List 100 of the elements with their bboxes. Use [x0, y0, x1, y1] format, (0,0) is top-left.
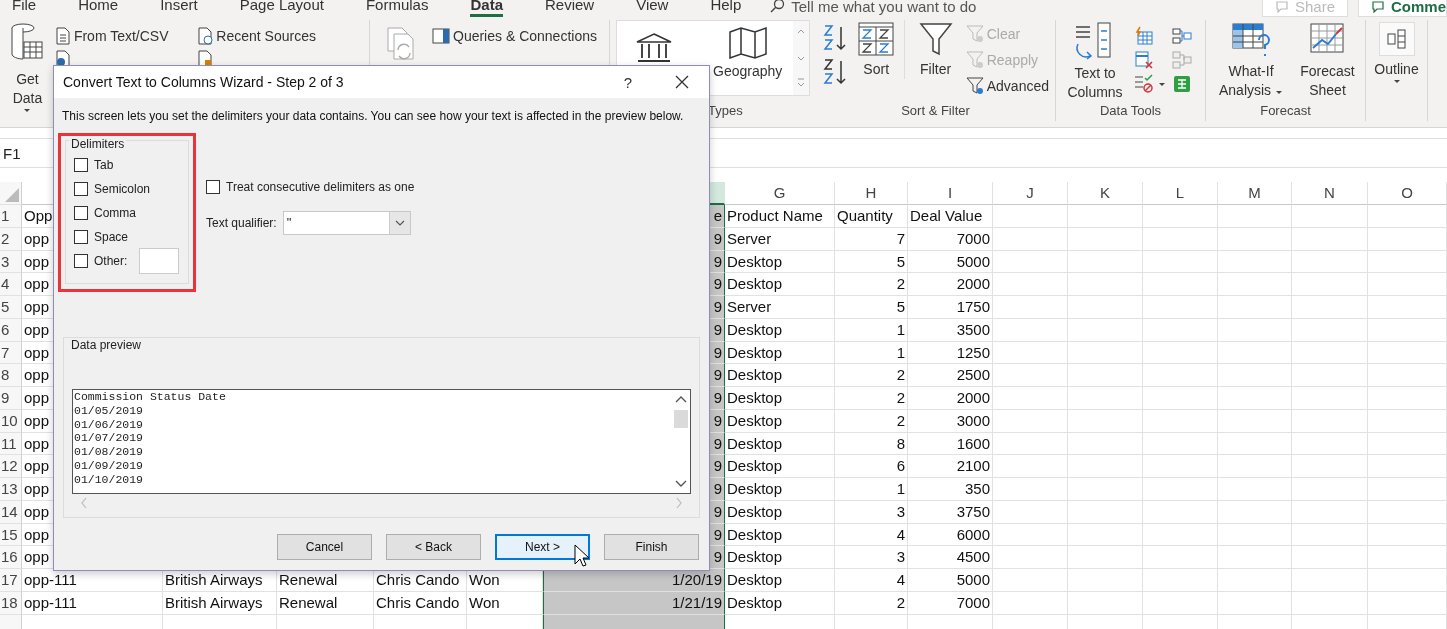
checkbox-label[interactable]: Semicolon — [94, 182, 151, 196]
table-cell: 3000 — [908, 409, 993, 433]
dialog-button[interactable]: Finish — [604, 534, 699, 560]
what-if-analysis-button[interactable]: What-If Analysis — [1212, 20, 1290, 100]
filter-button[interactable]: Filter — [904, 20, 960, 79]
dialog-button[interactable]: Cancel — [277, 534, 372, 560]
ribbon-button[interactable]: From Text/CSV — [54, 26, 192, 46]
caret-icon — [1392, 79, 1401, 84]
checkbox-label[interactable]: Comma — [94, 206, 136, 220]
input-field[interactable] — [139, 248, 180, 274]
column-header[interactable]: O — [1368, 182, 1447, 205]
dialog-button[interactable]: Next > — [495, 534, 590, 560]
table-cell: 5 — [835, 250, 908, 274]
text-to-columns-button[interactable]: Text to Columns — [1062, 20, 1128, 102]
data-model-icon[interactable] — [1172, 74, 1192, 94]
column-header[interactable]: G — [725, 182, 835, 205]
table-cell: Desktop — [725, 500, 835, 524]
table-cell: Desktop — [725, 569, 835, 592]
remove-duplicates-icon[interactable] — [1134, 50, 1154, 70]
table-cell: 2500 — [908, 364, 993, 387]
checkbox[interactable] — [74, 254, 88, 268]
dialog-button[interactable]: < Back — [386, 534, 481, 560]
column-header[interactable]: M — [1218, 182, 1292, 205]
caret-icon — [23, 108, 32, 113]
sort-descending-icon[interactable] — [822, 58, 848, 86]
row-header[interactable]: 11 — [0, 432, 22, 456]
table-cell: 5 — [835, 296, 908, 319]
table-cell: 6000 — [908, 523, 993, 547]
bank-icon[interactable] — [635, 33, 673, 63]
column-header[interactable]: I — [908, 182, 993, 205]
row-header[interactable]: 3 — [0, 250, 22, 274]
checkbox-label[interactable]: Tab — [94, 158, 114, 172]
consolidate-icon[interactable] — [1172, 26, 1192, 46]
flash-fill-icon[interactable] — [1134, 26, 1154, 46]
ribbon-tab[interactable]: Insert — [160, 0, 198, 17]
table-cell: Desktop — [725, 523, 835, 547]
checkbox[interactable] — [74, 182, 88, 196]
get-data-button[interactable]: Get Data — [6, 20, 49, 113]
tell-me-field[interactable]: Tell me what you want to do — [791, 0, 977, 15]
table-question-icon — [1231, 22, 1271, 58]
triangle-icon — [5, 188, 19, 202]
row-header[interactable]: 4 — [0, 273, 22, 296]
table-cell: Desktop — [725, 364, 835, 387]
funnel-icon — [965, 25, 984, 43]
table-cell: Desktop — [725, 273, 835, 296]
queries-connections-button[interactable]: Queries & Connections — [432, 26, 597, 46]
checkbox-label[interactable]: Space — [94, 230, 129, 244]
data-validation-icon[interactable] — [1134, 74, 1154, 94]
row-header[interactable]: 12 — [0, 455, 22, 478]
row-header[interactable]: 10 — [0, 409, 22, 433]
row-header[interactable]: 9 — [0, 387, 22, 410]
checkbox[interactable] — [74, 230, 88, 244]
group-label: Sort & Filter — [901, 103, 970, 120]
funnel-icon — [965, 51, 984, 69]
column-header[interactable]: L — [1143, 182, 1218, 205]
column-header[interactable]: H — [835, 182, 908, 205]
checkbox[interactable] — [74, 158, 88, 172]
ribbon-button[interactable]: Recent Sources — [197, 26, 363, 46]
row-header[interactable]: 2 — [0, 227, 22, 251]
forecast-sheet-button[interactable]: Forecast Sheet — [1296, 20, 1359, 100]
row-header[interactable]: 14 — [0, 500, 22, 524]
column-header[interactable]: K — [1068, 182, 1143, 205]
table-cell: 8 — [835, 432, 908, 456]
geography-button[interactable]: Geography — [713, 27, 783, 79]
comments-button[interactable]: Comme — [1358, 0, 1447, 17]
row-header[interactable]: 6 — [0, 318, 22, 342]
table-cell: 2100 — [908, 455, 993, 478]
row-header[interactable]: 13 — [0, 478, 22, 501]
outline-button[interactable]: Outline — [1372, 20, 1421, 84]
checkbox[interactable] — [206, 180, 220, 194]
name-box[interactable]: F1 — [0, 144, 21, 162]
table-cell: Desktop — [725, 341, 835, 365]
caret-icon[interactable] — [1158, 81, 1166, 87]
filter-option-button[interactable]: Advanced — [965, 76, 1049, 96]
ribbon-tab[interactable]: Page Layout — [239, 0, 324, 17]
text-qualifier-dropdown[interactable]: " — [282, 211, 411, 235]
checkbox-label[interactable]: Treat consecutive delimiters as one — [226, 180, 415, 194]
dialog-description: This screen lets you set the delimiters your data contains. You can see how your text is affected in the preview below. — [61, 108, 685, 123]
table-cell: 7000 — [908, 591, 993, 615]
sort-button[interactable]: Sort — [854, 20, 899, 79]
row-header[interactable]: 18 — [0, 591, 22, 615]
checkbox[interactable] — [74, 206, 88, 220]
row-header[interactable]: 5 — [0, 296, 22, 319]
table-cell: British Airways — [163, 591, 277, 615]
row-header[interactable]: 7 — [0, 341, 22, 365]
sort-ascending-icon[interactable] — [822, 24, 848, 52]
help-button[interactable]: ? — [620, 73, 635, 91]
row-header[interactable]: 8 — [0, 364, 22, 387]
table-cell: 1/21/19 — [543, 591, 725, 615]
gallery-scrollbar[interactable] — [793, 21, 809, 95]
table-cell: 4 — [835, 523, 908, 547]
close-icon[interactable] — [675, 75, 689, 89]
row-header[interactable]: 17 — [0, 569, 22, 592]
column-header[interactable]: J — [993, 182, 1068, 205]
column-header[interactable]: N — [1292, 182, 1368, 205]
group-legend: Data preview — [69, 338, 144, 352]
row-header[interactable]: 16 — [0, 546, 22, 569]
row-header[interactable]: 1 — [0, 205, 22, 228]
row-header[interactable]: 15 — [0, 523, 22, 547]
checkbox-label[interactable]: Other: — [94, 254, 128, 268]
